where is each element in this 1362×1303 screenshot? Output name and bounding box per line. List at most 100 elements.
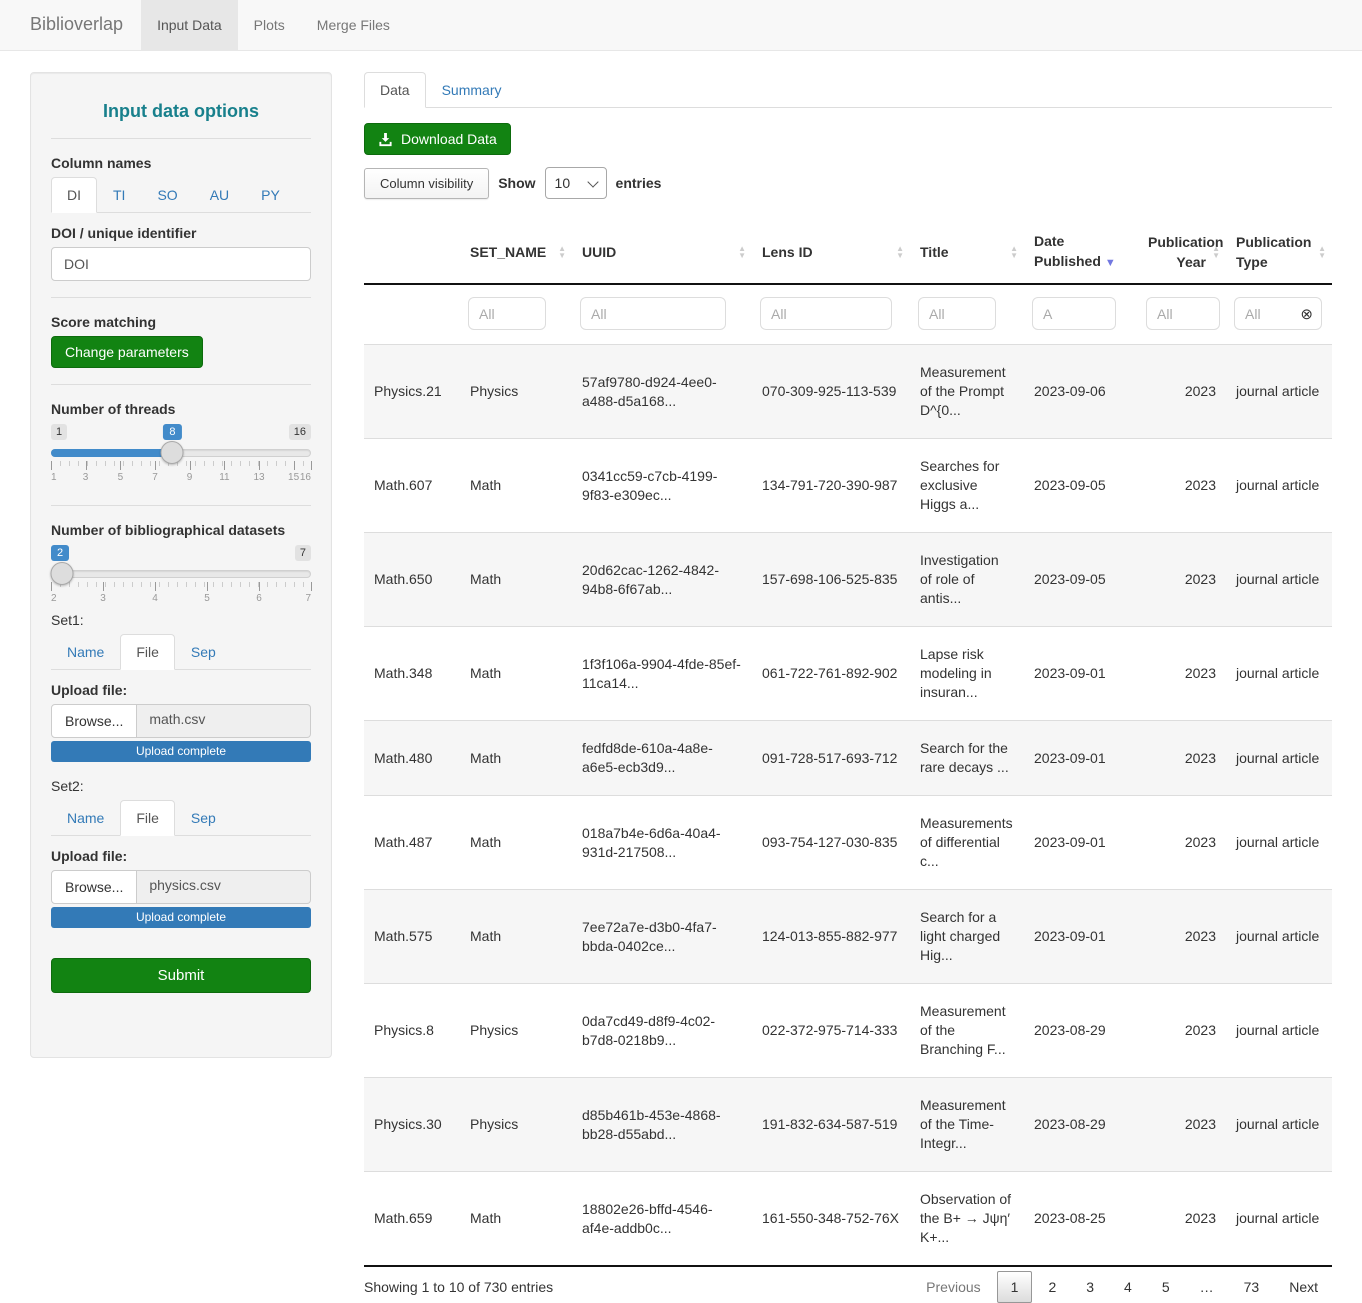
download-data-button[interactable]: Download Data [364, 123, 511, 155]
table-cell: journal article [1226, 533, 1332, 627]
column-visibility-button[interactable]: Column visibility [364, 168, 489, 199]
table-row: Math.348Math1f3f106a-9904-4fde-85ef-11ca… [364, 627, 1332, 721]
tab-au[interactable]: AU [194, 177, 245, 213]
nav-tab-merge-files[interactable]: Merge Files [301, 0, 406, 50]
table-cell: 2023-09-05 [1024, 533, 1138, 627]
filter-uuid[interactable] [580, 297, 726, 330]
table-cell: journal article [1226, 1078, 1332, 1172]
slider-tick-label: 7 [305, 593, 311, 604]
pagination-page-1[interactable]: 1 [997, 1271, 1033, 1303]
filter-lens-id[interactable] [760, 297, 892, 330]
sort-icons: ▲▼ [558, 245, 566, 259]
pagination-page-2[interactable]: 2 [1034, 1271, 1070, 1303]
table-cell: 2023-09-01 [1024, 796, 1138, 890]
main-tabs: Data Summary [364, 72, 1332, 108]
table-cell: journal article [1226, 439, 1332, 533]
slider-tick-label: 2 [51, 593, 57, 604]
set1-tab-name[interactable]: Name [51, 634, 120, 670]
pagination-page-5[interactable]: 5 [1148, 1271, 1184, 1303]
header-publication-type[interactable]: Publication Type▲▼ [1226, 221, 1332, 284]
page-size-select[interactable]: 10 [545, 167, 607, 199]
table-cell: 2023 [1138, 721, 1226, 796]
slider-tick [294, 461, 295, 470]
filter-title[interactable] [918, 297, 996, 330]
table-cell: Search for the rare decays ... [910, 721, 1024, 796]
threads-max-label: 16 [289, 424, 311, 440]
filter-publication-year[interactable] [1146, 297, 1220, 330]
tab-summary[interactable]: Summary [426, 72, 518, 108]
slider-track[interactable] [51, 570, 311, 578]
slider-tick [103, 582, 104, 591]
datasets-slider[interactable]: 2 7 2 3 4 5 6 7 [51, 544, 311, 610]
row-name-cell: Math.480 [364, 721, 460, 796]
set2-tab-file[interactable]: File [120, 800, 175, 836]
table-cell: 0341cc59-c7cb-4199-9f83-e309ec... [572, 439, 752, 533]
doi-input[interactable] [51, 247, 311, 281]
table-cell: Measurement of the Prompt D^{0... [910, 345, 1024, 439]
header-date-published[interactable]: Date Published▼ [1024, 221, 1138, 284]
tab-di[interactable]: DI [51, 177, 97, 213]
threads-slider-handle[interactable] [161, 441, 184, 464]
slider-tick-label: 4 [152, 593, 158, 604]
set1-tab-file[interactable]: File [120, 634, 175, 670]
slider-tick [224, 461, 225, 470]
header-publication-year[interactable]: Publication Year▲▼ [1138, 221, 1226, 284]
table-row: Physics.30Physicsd85b461b-453e-4868-bb28… [364, 1078, 1332, 1172]
sidebar-title: Input data options [51, 101, 311, 122]
set2-browse-button[interactable]: Browse... [51, 870, 137, 904]
slider-tick-label: 3 [83, 472, 89, 483]
pagination-page-73[interactable]: 73 [1230, 1271, 1274, 1303]
tab-ti[interactable]: TI [97, 177, 141, 213]
header-lens-id[interactable]: Lens ID▲▼ [752, 221, 910, 284]
submit-button[interactable]: Submit [51, 958, 311, 993]
clear-filter-icon[interactable]: ⊗ [1300, 305, 1313, 323]
header-set-name[interactable]: SET_NAME▲▼ [460, 221, 572, 284]
nav-tab-plots[interactable]: Plots [238, 0, 301, 50]
tab-data[interactable]: Data [364, 72, 426, 108]
tab-so[interactable]: SO [141, 177, 193, 213]
table-cell: 20d62cac-1262-4842-94b8-6f67ab... [572, 533, 752, 627]
app-brand[interactable]: Biblioverlap [0, 0, 141, 50]
change-parameters-button[interactable]: Change parameters [51, 336, 203, 368]
set1-browse-button[interactable]: Browse... [51, 704, 137, 738]
table-cell: 18802e26-bffd-4546-af4e-addb0c... [572, 1172, 752, 1267]
pagination-previous[interactable]: Previous [912, 1271, 994, 1303]
header-uuid[interactable]: UUID▲▼ [572, 221, 752, 284]
threads-slider[interactable]: 1 16 8 1 3 5 7 9 11 13 15 16 [51, 423, 311, 489]
table-cell: 022-372-975-714-333 [752, 984, 910, 1078]
header-title[interactable]: Title▲▼ [910, 221, 1024, 284]
slider-tick-label: 15 [288, 472, 299, 483]
pagination-page-4[interactable]: 4 [1110, 1271, 1146, 1303]
row-name-cell: Math.659 [364, 1172, 460, 1267]
filter-set-name[interactable] [468, 297, 546, 330]
table-cell: journal article [1226, 984, 1332, 1078]
table-cell: journal article [1226, 890, 1332, 984]
pagination-page-3[interactable]: 3 [1072, 1271, 1108, 1303]
set2-tab-sep[interactable]: Sep [175, 800, 232, 836]
table-cell: 161-550-348-752-76X [752, 1172, 910, 1267]
slider-tick-label: 5 [204, 593, 210, 604]
table-cell: Measurement of the Time-Integr... [910, 1078, 1024, 1172]
download-icon [378, 132, 393, 147]
filter-date-published[interactable] [1032, 297, 1116, 330]
set2-tabs: Name File Sep [51, 800, 311, 836]
entries-label: entries [616, 175, 662, 191]
slider-tick [51, 461, 52, 470]
pagination-next[interactable]: Next [1275, 1271, 1332, 1303]
table-cell: Math [460, 533, 572, 627]
table-row: Math.487Math018a7b4e-6d6a-40a4-931d-2175… [364, 796, 1332, 890]
tab-py[interactable]: PY [245, 177, 296, 213]
slider-tick-label: 9 [187, 472, 193, 483]
slider-tick [311, 461, 312, 470]
table-cell: 2023 [1138, 984, 1226, 1078]
set1-tab-sep[interactable]: Sep [175, 634, 232, 670]
table-cell: 1f3f106a-9904-4fde-85ef-11ca14... [572, 627, 752, 721]
slider-tick [120, 461, 121, 470]
table-cell: 134-791-720-390-987 [752, 439, 910, 533]
datasets-slider-handle[interactable] [51, 562, 74, 585]
set2-tab-name[interactable]: Name [51, 800, 120, 836]
datasets-label: Number of bibliographical datasets [51, 522, 311, 538]
table-cell: 2023-09-01 [1024, 627, 1138, 721]
data-table: SET_NAME▲▼ UUID▲▼ Lens ID▲▼ Title▲▼ Date… [364, 221, 1332, 1267]
nav-tab-input-data[interactable]: Input Data [141, 0, 238, 50]
